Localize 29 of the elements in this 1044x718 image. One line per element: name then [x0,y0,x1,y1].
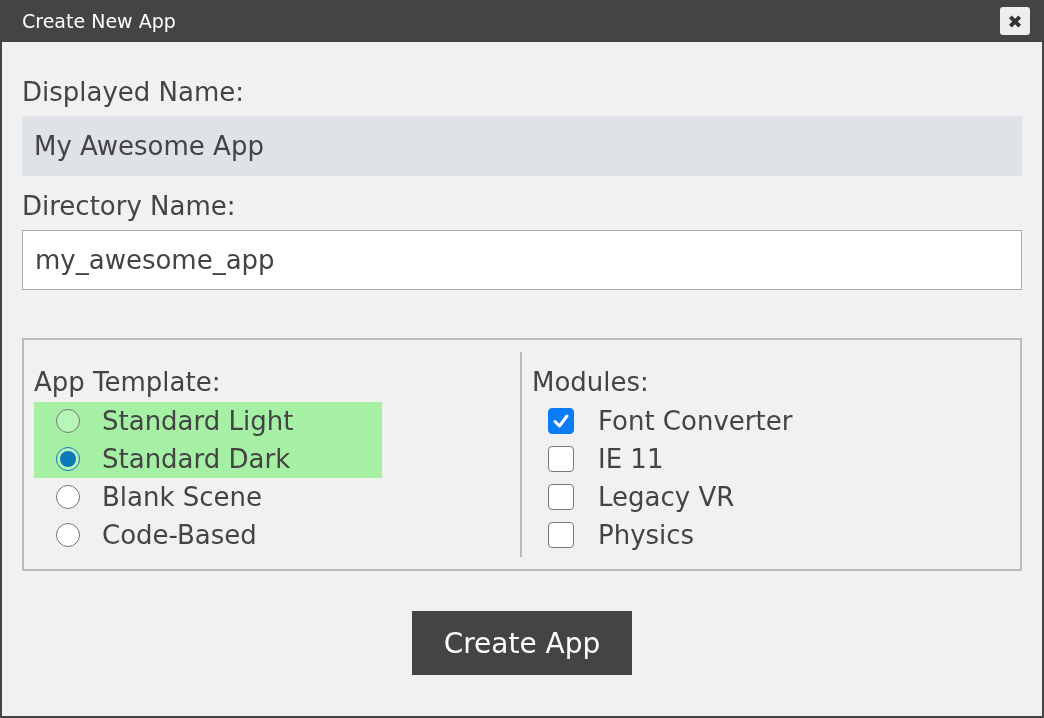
option-label: Code-Based [102,520,257,550]
directory-name-field[interactable]: my_awesome_app [22,230,1022,290]
option-row[interactable]: Blank Scene [34,478,273,516]
highlighted-option[interactable]: Standard Dark [34,440,382,478]
checkbox[interactable] [548,484,574,510]
checkbox-label: IE 11 [598,444,664,474]
radio-button[interactable] [56,409,80,433]
close-button[interactable]: ✖ [1000,7,1030,35]
option-label: Standard Dark [102,444,291,474]
option-row[interactable]: Code-Based [34,516,267,554]
radio-button[interactable] [56,485,80,509]
field-label: Displayed Name: [22,76,246,109]
checkbox-label: Font Converter [598,406,793,436]
radio-button[interactable] [56,447,80,471]
option-label: Standard Light [102,406,294,436]
radio-button[interactable] [56,523,80,547]
section-label: App Template: [34,366,222,399]
checkbox[interactable] [548,522,574,548]
checkbox-label: Physics [598,520,695,550]
field-label: Directory Name: [22,190,237,223]
checkbox-label: Legacy VR [598,482,735,512]
section-label: Modules: [532,366,650,399]
checkbox[interactable] [548,446,574,472]
create-app-button[interactable]: Create App [412,611,632,675]
window-title: Create New App [22,10,176,32]
checkmark-icon [552,412,570,430]
option-label: Blank Scene [102,482,263,512]
checkbox[interactable] [548,408,574,434]
highlighted-option[interactable]: Standard Light [34,402,382,440]
